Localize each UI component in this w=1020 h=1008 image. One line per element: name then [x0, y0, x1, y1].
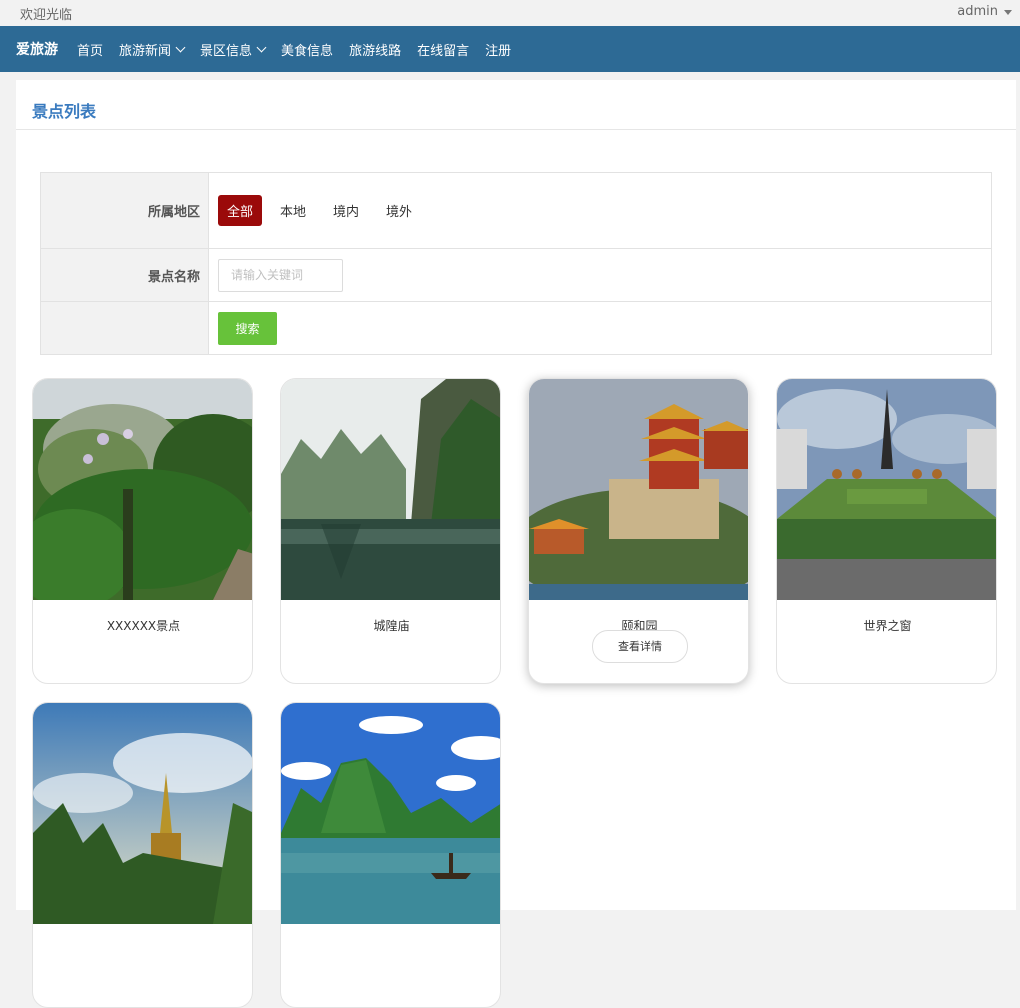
nav-item-label[interactable]: 旅游线路 — [349, 40, 401, 59]
user-menu[interactable]: admin — [957, 4, 1012, 19]
top-bar: 欢迎光临 admin — [0, 0, 1020, 26]
search-row: 搜索 — [41, 302, 991, 354]
username[interactable]: admin — [957, 4, 998, 19]
guilin-river-image[interactable] — [281, 703, 500, 924]
karst-lake-image[interactable] — [281, 379, 500, 600]
search-button[interactable]: 搜索 — [218, 311, 277, 345]
nav-item-label[interactable]: 景区信息 — [200, 40, 252, 59]
card-title[interactable]: 世界之窗 — [777, 617, 996, 634]
name-cell — [209, 249, 991, 301]
panel-header: 景点列表 — [16, 80, 1016, 130]
nav-item-food[interactable]: 美食信息 — [281, 40, 333, 59]
pagoda-palace-image[interactable] — [529, 379, 748, 600]
nav-item-label[interactable]: 在线留言 — [417, 40, 469, 59]
region-label: 所属地区 — [41, 173, 209, 248]
empty-label — [41, 302, 209, 354]
nav-item-label[interactable]: 首页 — [77, 40, 103, 59]
region-option-local[interactable]: 本地 — [271, 195, 315, 226]
nav-item-home[interactable]: 首页 — [77, 40, 103, 59]
nav-item-label[interactable]: 旅游新闻 — [119, 40, 171, 59]
region-filter-row: 所属地区 全部 本地 境内 境外 — [41, 173, 991, 249]
name-label: 景点名称 — [41, 249, 209, 301]
nav-item-messages[interactable]: 在线留言 — [417, 40, 469, 59]
region-option-domestic[interactable]: 境内 — [324, 195, 368, 226]
nav-item-register[interactable]: 注册 — [485, 40, 511, 59]
region-options: 全部 本地 境内 境外 — [209, 173, 991, 248]
search-cell: 搜索 — [209, 302, 991, 354]
scenic-card[interactable]: XXXXXX景点 — [32, 378, 253, 684]
main-nav: 爱旅游 首页 旅游新闻 景区信息 美食信息 旅游线路 在线留言 注册 — [0, 26, 1020, 72]
scenic-card[interactable]: 世界之窗 — [776, 378, 997, 684]
name-filter-row: 景点名称 — [41, 249, 991, 302]
chevron-down-icon[interactable] — [256, 42, 267, 52]
golden-stupa-image[interactable] — [33, 703, 252, 924]
eiffel-tower-park-image[interactable] — [777, 379, 996, 600]
nav-menu: 首页 旅游新闻 景区信息 美食信息 旅游线路 在线留言 注册 — [77, 26, 527, 72]
scenic-card[interactable]: 颐和园 查看详情 — [528, 378, 749, 684]
nav-item-routes[interactable]: 旅游线路 — [349, 40, 401, 59]
filter-form: 所属地区 全部 本地 境内 境外 景点名称 搜索 — [40, 172, 992, 355]
region-option-all[interactable]: 全部 — [218, 195, 263, 226]
chevron-down-icon[interactable] — [175, 42, 186, 52]
region-option-overseas[interactable]: 境外 — [377, 195, 421, 226]
page-title: 景点列表 — [32, 102, 97, 121]
nav-item-scenic[interactable]: 景区信息 — [200, 40, 267, 59]
nav-item-news[interactable]: 旅游新闻 — [119, 40, 186, 59]
scenic-card[interactable] — [32, 702, 253, 1008]
welcome-text: 欢迎光临 — [20, 8, 73, 23]
scenic-card[interactable] — [280, 702, 501, 1008]
nav-item-label[interactable]: 注册 — [485, 40, 511, 59]
scenic-card[interactable]: 城隍庙 — [280, 378, 501, 684]
keyword-input[interactable] — [218, 258, 343, 292]
card-title[interactable]: 城隍庙 — [281, 617, 500, 634]
forest-scene-image[interactable] — [33, 379, 252, 600]
caret-down-icon[interactable] — [1004, 10, 1012, 15]
nav-item-label[interactable]: 美食信息 — [281, 40, 333, 59]
card-title[interactable]: XXXXXX景点 — [33, 617, 252, 634]
view-details-button[interactable]: 查看详情 — [592, 630, 688, 663]
brand-logo[interactable]: 爱旅游 — [16, 39, 58, 59]
